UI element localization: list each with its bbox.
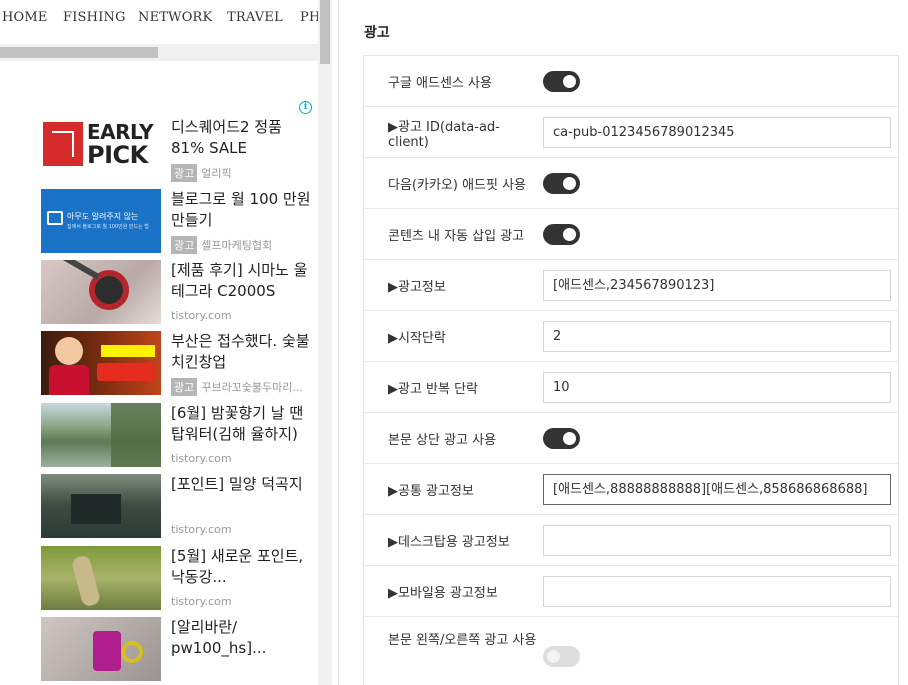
setting-row-desktop-ad-info: ▶데스크탑용 광고정보 bbox=[364, 515, 898, 566]
ad-item[interactable]: [제품 후기] 시마노 울테그라 C2000S tistory.com bbox=[41, 260, 318, 324]
logo-text-pick: PICK bbox=[87, 141, 148, 169]
setting-row-mobile-ad-info: ▶모바일용 광고정보 bbox=[364, 566, 898, 617]
adsense-enable-toggle[interactable] bbox=[543, 71, 580, 92]
ad-source: tistory.com bbox=[171, 452, 232, 465]
horizontal-scrollbar-thumb[interactable] bbox=[0, 47, 158, 58]
pane-divider bbox=[338, 0, 339, 685]
auto-insert-toggle[interactable] bbox=[543, 224, 580, 245]
adfit-enable-toggle[interactable] bbox=[543, 173, 580, 194]
common-ad-info-input[interactable]: [애드센스,88888888888][애드센스,858686868688] bbox=[543, 474, 891, 505]
ad-title[interactable]: [5월] 새로운 포인트, 낙동강... bbox=[171, 546, 318, 588]
nav-fishing[interactable]: FISHING bbox=[63, 10, 126, 25]
setting-label: 구글 애드센스 사용 bbox=[388, 76, 492, 91]
blog-preview-pane: HOME FISHING NETWORK TRAVEL PH i EARLY P… bbox=[0, 0, 318, 685]
ad-item[interactable]: [알리바란/ pw100_hs]... bbox=[41, 617, 318, 681]
monitor-icon bbox=[47, 211, 63, 225]
ad-item[interactable]: 부산은 접수했다. 숯불치킨창업 광고 꾸브라꼬숯불두마리... bbox=[41, 331, 318, 396]
ad-source: 셀프마케팅협회 bbox=[201, 239, 273, 252]
setting-label: 본문 상단 광고 사용 bbox=[388, 433, 497, 448]
blog-banner: 아무도 알려주지 않는 집에서 블로그로 월 100만원 만드는 법 bbox=[41, 189, 161, 253]
nav-travel[interactable]: TRAVEL bbox=[227, 10, 283, 25]
setting-row-adfit-enable: 다음(카카오) 애드핏 사용 bbox=[364, 158, 898, 209]
ad-source: 얼리픽 bbox=[201, 167, 232, 180]
mobile-ad-info-input[interactable] bbox=[543, 576, 891, 607]
setting-row-top-ad-enable: 본문 상단 광고 사용 bbox=[364, 413, 898, 464]
vertical-scrollbar-thumb[interactable] bbox=[320, 0, 330, 64]
nav-photo[interactable]: PH bbox=[300, 10, 318, 25]
setting-row-start-paragraph: ▶시작단락 2 bbox=[364, 311, 898, 362]
setting-label: ▶광고 ID(data-ad-client) bbox=[388, 119, 500, 150]
setting-label: ▶모바일용 광고정보 bbox=[388, 586, 498, 601]
logo-mark-icon bbox=[43, 122, 83, 166]
ad-item[interactable]: [포인트] 밀양 덕곡지 tistory.com bbox=[41, 474, 318, 538]
setting-label: 콘텐츠 내 자동 삽입 광고 bbox=[388, 229, 525, 244]
ad-client-id-input[interactable]: ca-pub-0123456789012345 bbox=[543, 117, 891, 148]
ad-title[interactable]: 블로그로 월 100 만원 만들기 bbox=[171, 189, 318, 231]
chicken-franchise-banner bbox=[41, 331, 161, 395]
pond-photo bbox=[41, 474, 161, 538]
vertical-scrollbar[interactable] bbox=[318, 0, 332, 685]
setting-row-repeat-paragraph: ▶광고 반복 단락 10 bbox=[364, 362, 898, 413]
repeat-paragraph-input[interactable]: 10 bbox=[543, 372, 891, 403]
setting-label: ▶공통 광고정보 bbox=[388, 484, 474, 499]
ad-title[interactable]: [6월] 밤꽃향기 날 땐 탑워터(김해 율하지) bbox=[171, 403, 318, 445]
ad-title[interactable]: 디스퀘어드2 정품 81% SALE bbox=[171, 117, 318, 159]
ad-info-input[interactable]: [애드센스,234567890123] bbox=[543, 270, 891, 301]
ad-badge: 광고 bbox=[171, 236, 198, 254]
start-paragraph-input[interactable]: 2 bbox=[543, 321, 891, 352]
ad-source: 꾸브라꼬숯불두마리... bbox=[201, 381, 303, 394]
ad-badge: 광고 bbox=[171, 164, 198, 182]
setting-label: ▶광고정보 bbox=[388, 280, 446, 295]
banner-line-2: 집에서 블로그로 월 100만원 만드는 법 bbox=[67, 224, 149, 230]
ad-settings-panel: 구글 애드센스 사용 ▶광고 ID(data-ad-client) ca-pub… bbox=[363, 55, 899, 685]
setting-row-auto-insert: 콘텐츠 내 자동 삽입 광고 bbox=[364, 209, 898, 260]
setting-row-adsense-enable: 구글 애드센스 사용 bbox=[364, 56, 898, 107]
setting-row-common-ad-info: ▶공통 광고정보 [애드센스,88888888888][애드센스,8586868… bbox=[364, 464, 898, 515]
reel-parts-photo bbox=[41, 617, 161, 681]
blog-nav-bar: HOME FISHING NETWORK TRAVEL PH bbox=[0, 0, 318, 40]
desktop-ad-info-input[interactable] bbox=[543, 525, 891, 556]
setting-label: 본문 왼쪽/오른쪽 광고 사용 bbox=[388, 633, 537, 648]
ad-source: tistory.com bbox=[171, 523, 232, 536]
nav-network[interactable]: NETWORK bbox=[138, 10, 212, 25]
ad-title[interactable]: [알리바란/ pw100_hs]... bbox=[171, 617, 318, 659]
side-ad-toggle[interactable] bbox=[543, 646, 580, 667]
setting-row-side-ad-enable: 본문 왼쪽/오른쪽 광고 사용 bbox=[364, 617, 898, 685]
ad-title[interactable]: 부산은 접수했다. 숯불치킨창업 bbox=[171, 331, 318, 373]
fishing-reel-photo bbox=[41, 260, 161, 324]
nav-home[interactable]: HOME bbox=[2, 10, 48, 25]
section-title: 광고 bbox=[364, 25, 390, 41]
setting-row-ad-client-id: ▶광고 ID(data-ad-client) ca-pub-0123456789… bbox=[364, 107, 898, 158]
ad-item[interactable]: 아무도 알려주지 않는 집에서 블로그로 월 100만원 만드는 법 블로그로 … bbox=[41, 189, 318, 254]
ad-item[interactable]: EARLY PICK 디스퀘어드2 정품 81% SALE 광고 얼리픽 bbox=[41, 117, 318, 182]
setting-label: 다음(카카오) 애드핏 사용 bbox=[388, 178, 527, 193]
ad-item[interactable]: [6월] 밤꽃향기 날 땐 탑워터(김해 율하지) tistory.com bbox=[41, 403, 318, 467]
ad-source: tistory.com bbox=[171, 309, 232, 322]
ad-source: tistory.com bbox=[171, 595, 232, 608]
lake-photo bbox=[41, 403, 161, 467]
ad-item[interactable]: [5월] 새로운 포인트, 낙동강... tistory.com bbox=[41, 546, 318, 610]
ad-info-icon[interactable]: i bbox=[299, 101, 312, 114]
setting-label: ▶데스크탑용 광고정보 bbox=[388, 535, 510, 550]
ad-badge: 광고 bbox=[171, 378, 198, 396]
ad-title[interactable]: [포인트] 밀양 덕곡지 bbox=[171, 474, 318, 495]
setting-row-ad-info: ▶광고정보 [애드센스,234567890123] bbox=[364, 260, 898, 311]
ad-title[interactable]: [제품 후기] 시마노 울테그라 C2000S bbox=[171, 260, 318, 302]
horizontal-scrollbar[interactable] bbox=[0, 44, 318, 61]
top-ad-toggle[interactable] bbox=[543, 428, 580, 449]
early-pick-logo: EARLY PICK bbox=[41, 117, 161, 181]
banner-line-1: 아무도 알려주지 않는 bbox=[67, 212, 139, 221]
setting-label: ▶광고 반복 단락 bbox=[388, 382, 479, 397]
bass-catch-photo bbox=[41, 546, 161, 610]
setting-label: ▶시작단락 bbox=[388, 331, 446, 346]
